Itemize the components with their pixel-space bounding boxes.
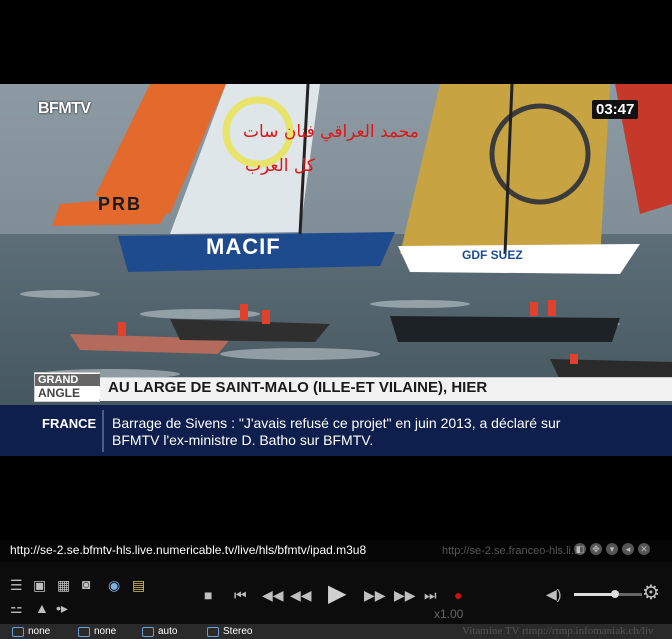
status-channels-label: Stereo bbox=[223, 626, 253, 637]
settings-sliders-icon[interactable]: ⚍ bbox=[10, 601, 23, 615]
snapshot-icon[interactable]: ◧ bbox=[574, 543, 586, 555]
play-button[interactable]: ▶ bbox=[328, 582, 346, 606]
status-aspect[interactable]: auto bbox=[142, 626, 177, 637]
move-icon[interactable]: ✥ bbox=[590, 543, 602, 555]
status-aspect-label: auto bbox=[158, 626, 178, 637]
camera-icon[interactable]: ◙ bbox=[82, 577, 90, 591]
status-subtitle-track[interactable]: none bbox=[78, 626, 116, 637]
status-channels[interactable]: Stereo bbox=[207, 626, 252, 637]
ticker-separator bbox=[102, 410, 104, 452]
pip-icon[interactable]: ▣ bbox=[33, 578, 46, 592]
close-icon[interactable]: ✕ bbox=[638, 543, 650, 555]
sail-text-macif: MACIF bbox=[206, 234, 281, 259]
status-audio-label: none bbox=[28, 626, 51, 637]
grid-icon[interactable]: ▦ bbox=[57, 578, 70, 592]
palette-icon[interactable]: ▤ bbox=[132, 578, 145, 592]
window-buttons: ◧ ✥ ▾ ◂ ✕ bbox=[574, 543, 650, 555]
record-button[interactable]: ● bbox=[454, 588, 462, 602]
step-back-button[interactable]: ◀◀ bbox=[262, 588, 284, 602]
sail-text-prb: PRB bbox=[98, 194, 143, 214]
ghost-stream-url: http://se-2.se.franceo-hls.li... bbox=[442, 545, 581, 557]
status-audio-track[interactable]: none bbox=[12, 626, 50, 637]
stop-button[interactable]: ■ bbox=[204, 588, 212, 602]
step-forward-button[interactable]: ▶▶ bbox=[394, 588, 416, 602]
search-icon[interactable]: ◉ bbox=[108, 578, 120, 592]
ticker-region: FRANCE bbox=[42, 416, 97, 431]
restore-icon[interactable]: ◂ bbox=[622, 543, 634, 555]
rewind-button[interactable]: ◀◀ bbox=[290, 588, 312, 602]
footer-stream-info: Vitamine TV rtmp://rtmp.infomaniak.ch/li… bbox=[462, 625, 654, 637]
subtitle-icon[interactable]: •▸ bbox=[56, 601, 68, 615]
watermark-line-1: محمد العراقي فنان سات bbox=[243, 122, 419, 142]
gear-icon[interactable]: ⚙ bbox=[642, 583, 660, 603]
stereo-icon bbox=[207, 626, 219, 637]
subtitle-track-icon bbox=[78, 626, 90, 637]
watermark-line-2: كل العرب bbox=[245, 156, 315, 176]
next-button[interactable]: ⏭ bbox=[424, 588, 437, 602]
volume-knob[interactable] bbox=[610, 590, 619, 598]
previous-button[interactable]: ⏮ bbox=[234, 588, 247, 602]
channel-logo: BFMTV bbox=[38, 100, 91, 117]
video-clock: 03:47 bbox=[592, 100, 639, 119]
speaker-icon[interactable]: ◀) bbox=[546, 587, 561, 601]
tag-line-1: GRAND bbox=[35, 374, 100, 386]
playlist-icon[interactable]: ☰ bbox=[10, 578, 23, 592]
status-subtitle-label: none bbox=[94, 626, 117, 637]
sail-text-gdf: GDF SUEZ bbox=[462, 248, 523, 262]
volume-fill bbox=[574, 593, 615, 596]
stream-url[interactable]: http://se-2.se.bfmtv-hls.live.numericabl… bbox=[10, 543, 366, 557]
grand-angle-tag: GRAND ANGLE bbox=[34, 372, 100, 402]
aspect-icon bbox=[142, 626, 154, 637]
equalizer-icon[interactable]: ▲ bbox=[35, 601, 49, 615]
minimize-icon[interactable]: ▾ bbox=[606, 543, 618, 555]
audio-icon bbox=[12, 626, 24, 637]
banner-title: AU LARGE DE SAINT-MALO (ILLE-ET VILAINE)… bbox=[108, 379, 488, 396]
ticker-text: Barrage de Sivens : "J'avais refusé ce p… bbox=[112, 415, 561, 448]
playback-speed: x1.00 bbox=[434, 607, 464, 621]
tag-line-2: ANGLE bbox=[35, 387, 100, 399]
volume-slider[interactable] bbox=[574, 590, 642, 598]
fast-forward-button[interactable]: ▶▶ bbox=[364, 588, 386, 602]
